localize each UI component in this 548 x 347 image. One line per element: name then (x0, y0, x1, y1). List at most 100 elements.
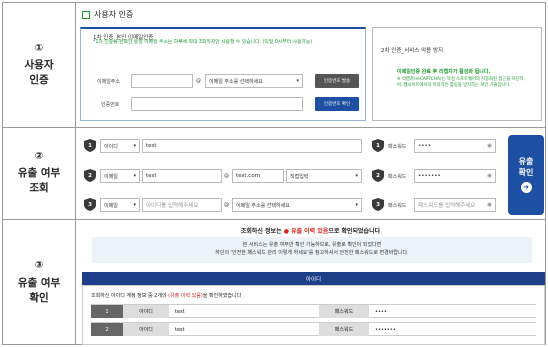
eye-icon[interactable]: ◉ (487, 143, 492, 149)
shield-number-icon: 1 (84, 139, 96, 152)
shield-number-icon: 2 (372, 169, 384, 182)
chevron-down-icon: ▾ (133, 173, 136, 179)
shield-number-icon: 1 (372, 139, 384, 152)
domain-select[interactable]: 직접입력 ▾ (286, 169, 362, 183)
type-select-value: 이메일 (104, 173, 118, 180)
row-number: ③ (34, 260, 44, 272)
type-select[interactable]: 이메일 ▾ (100, 169, 140, 183)
password-label: 패스워드 (388, 143, 407, 150)
auth-header: 사용자 인증 (94, 10, 134, 19)
step2-title: 2차 인증_서비스 악용 방지 (381, 48, 444, 54)
result-title: 조회하신 정보는 ● 유출 이력 있음으로 확인되었습니다 (76, 226, 545, 235)
cell-value: test (175, 326, 185, 333)
password-label: 패스워드 (388, 173, 407, 180)
result-section: 조회하신 정보는 ● 유출 이력 있음으로 확인되었습니다 본 서비스는 유출 … (76, 219, 545, 346)
password-label: 패스워드 (388, 202, 407, 209)
cell-password: ••••••• (375, 326, 396, 333)
row-label-line: 조회 (29, 182, 49, 195)
eye-icon[interactable]: ◉ (487, 202, 492, 208)
chevron-down-icon: ▾ (355, 202, 358, 208)
result-summary-badge: (유출 이력 있음) (168, 293, 203, 299)
password-placeholder: 패스워드를 입력해주세요 (418, 203, 476, 209)
table-row: 2 아이디 test 패스워드 ••••••• (91, 322, 536, 336)
email-local-input[interactable]: 아이디를 입력해주세요 (142, 198, 222, 212)
password-input[interactable]: •••• ◉ (414, 139, 496, 153)
info-box: 본 서비스는 유출 여부만 확인 가능하므로, 유출로 확인이 되었다면 하단의… (92, 237, 532, 263)
main-table: ① 사용자 인증 ② 유출 여부 조회 ③ 유출 여부 확인 사용자 인증 1차… (2, 2, 546, 345)
leak-check-label: 확인 (518, 168, 534, 177)
lookup-section: 1 아이디 ▾ test 1 패스워드 •••• ◉ 2 이메일 ▾ test @ t… (76, 127, 545, 219)
password-input[interactable]: 패스워드를 입력해주세요 ◉ (414, 198, 496, 212)
row-number: 3 (88, 201, 92, 208)
domain-select-value: 이메일 주소를 선택하세요 (236, 202, 290, 209)
type-select-value: 이메일 (104, 202, 118, 209)
step1-panel: 1차 인증_본인 이메일인증 *1차 인증을 완료한 동일 이메일 주소는 하루… (80, 27, 366, 121)
row-label-line: 확인 (29, 291, 49, 304)
row-number: 2 (376, 172, 380, 179)
email-domain-input[interactable]: test.com (232, 169, 284, 183)
password-input[interactable]: ••••••• ◉ (414, 169, 496, 183)
shield-number-icon: 3 (84, 198, 96, 211)
shield-number-icon: 3 (372, 198, 384, 211)
result-status: 유출 이력 있음 (291, 228, 329, 235)
row-label-line: 유출 여부 (17, 276, 61, 289)
at-sign: @ (196, 78, 201, 84)
tab-id[interactable]: 아이디 (82, 272, 545, 285)
row-number: 2 (88, 172, 92, 179)
row-number: 1 (88, 142, 92, 149)
col-label: 패스워드 (319, 305, 369, 318)
row-label-line: 인증 (29, 74, 49, 87)
warning-icon: ● (283, 228, 289, 235)
confirm-code-button[interactable]: 인증번호 확인 (315, 97, 359, 111)
row-number: ② (34, 150, 44, 162)
code-label: 인증번호 (101, 101, 120, 108)
chevron-down-icon: ▾ (133, 202, 136, 208)
row-number: ① (34, 42, 44, 54)
step1-note: *1차 인증을 완료한 동일 이메일 주소는 하루에 최대 3회까지만 사용할 … (93, 40, 313, 45)
info-line: 하단의 '안전한 패스워드 관리 이렇게 하세요'를 참고하셔서 안전한 패스워… (215, 249, 409, 256)
code-input[interactable] (131, 97, 303, 111)
result-title-pre: 조회하신 정보는 (240, 228, 282, 235)
row-label-line: 사용자 (24, 59, 54, 72)
row-label-lookup: ② 유출 여부 조회 (3, 127, 75, 219)
type-select[interactable]: 아이디 ▾ (100, 139, 140, 153)
cell-password: •••• (375, 308, 387, 315)
chevron-down-icon: ▾ (355, 173, 358, 179)
at-sign: @ (224, 202, 229, 208)
col-label: 패스워드 (319, 323, 369, 336)
domain-select[interactable]: 이메일 주소를 선택하세요 ▾ (232, 198, 362, 212)
password-value: •••• (418, 143, 431, 149)
row-index: 2 (91, 323, 123, 336)
step2-notice: 이메일인증 완료 후 리캡차가 활성화 됩니다. (397, 69, 491, 75)
email-label: 이메일주소 (97, 78, 121, 85)
row-index: 1 (91, 305, 123, 318)
leak-check-label: 유출 (518, 157, 534, 167)
id-input[interactable]: test (142, 139, 362, 153)
leak-check-button[interactable]: 유출 확인 ➜ (508, 135, 544, 215)
chevron-down-icon: ▾ (133, 143, 136, 149)
auth-section: 사용자 인증 1차 인증_본인 이메일인증 *1차 인증을 완료한 동일 이메일… (76, 3, 545, 127)
shield-number-icon: 2 (84, 169, 96, 182)
email-domain-select-value: 이메일 주소를 선택하세요 (209, 78, 263, 85)
result-title-post: 으로 확인되었습니다 (328, 228, 381, 235)
email-local-input[interactable]: test (142, 169, 222, 183)
domain-select-value: 직접입력 (290, 173, 309, 180)
result-summary: 조회하신 아이디 계정 정보 중 2개의 (유출 이력 있음)을 확인하였습니다 (91, 292, 241, 299)
info-line: 본 서비스는 유출 여부만 확인 가능하므로, 유출로 확인이 되었다면 (242, 242, 382, 248)
col-label: 아이디 (123, 323, 169, 336)
row-label-result: ③ 유출 여부 확인 (3, 219, 75, 346)
email-input[interactable] (131, 74, 193, 88)
result-summary-post: 을 확인하였습니다 (202, 293, 242, 299)
cell-value: test (175, 308, 185, 315)
email-domain-select[interactable]: 이메일 주소를 선택하세요 ▾ (205, 74, 303, 88)
arrow-right-icon: ➜ (520, 181, 532, 193)
result-panel: 조회하신 아이디 계정 정보 중 2개의 (유출 이력 있음)을 확인하였습니다… (82, 285, 545, 345)
type-select[interactable]: 이메일 ▾ (100, 198, 140, 212)
row-number: 1 (376, 142, 380, 149)
checkbox-icon (82, 11, 90, 19)
password-value: ••••••• (418, 173, 441, 179)
col-label: 아이디 (123, 305, 169, 318)
type-select-value: 아이디 (104, 143, 118, 150)
eye-icon[interactable]: ◉ (487, 173, 492, 179)
send-code-button[interactable]: 인증번호 발송 (315, 74, 359, 88)
